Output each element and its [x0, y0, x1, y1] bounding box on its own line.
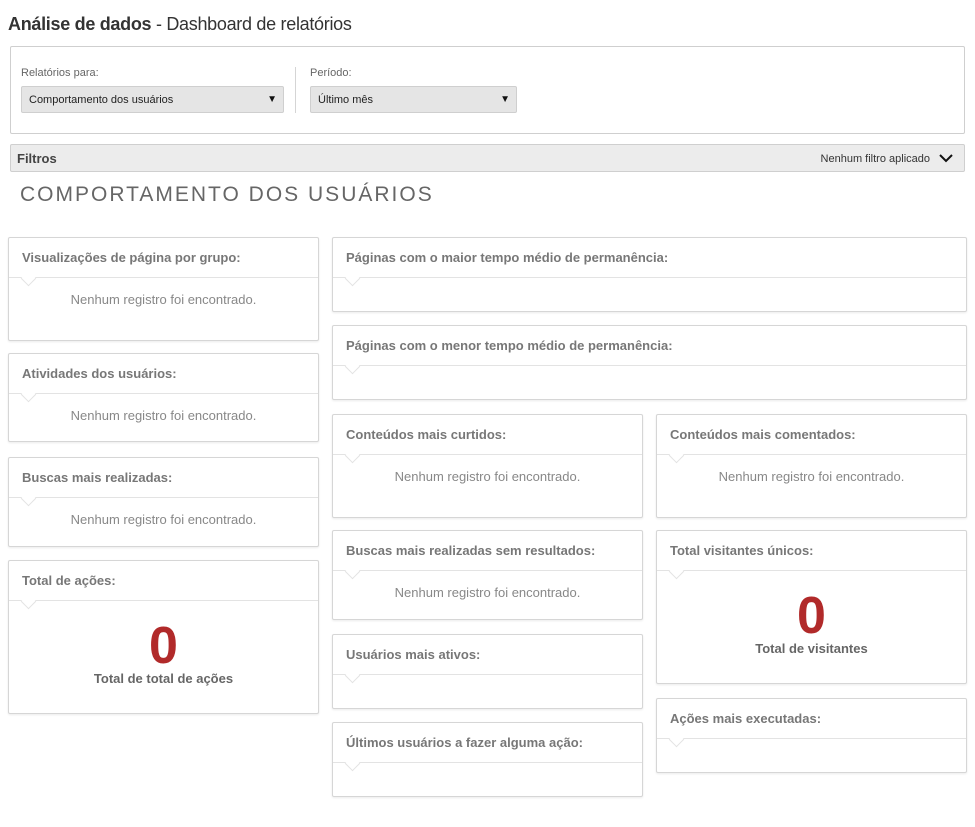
chevron-down-icon[interactable] [938, 150, 954, 166]
period-value: Último mês [318, 94, 374, 106]
panel-title: Total de ações: [9, 561, 318, 601]
unique-visitors-caption: Total de visitantes [755, 641, 868, 656]
report-type-label: Relatórios para: [21, 67, 99, 79]
panel-most-active-users: Usuários mais ativos: [332, 634, 643, 709]
caret-down-icon: ▼ [500, 94, 510, 105]
period-select[interactable]: Último mês ▼ [310, 86, 517, 113]
panel-title: Páginas com o menor tempo médio de perma… [333, 326, 966, 366]
empty-message: Nenhum registro foi encontrado. [718, 469, 905, 484]
total-actions-value: 0 [149, 617, 178, 675]
title-separator: - [151, 14, 167, 34]
total-actions-caption: Total de total de ações [93, 671, 234, 686]
panel-title: Buscas mais realizadas sem resultados: [333, 531, 642, 571]
panel-title: Buscas mais realizadas: [9, 458, 318, 498]
panel-title: Usuários mais ativos: [333, 635, 642, 675]
period-label: Período: [310, 67, 352, 79]
panel-title: Ações mais executadas: [657, 699, 966, 739]
panel-top-searches: Buscas mais realizadas: Nenhum registro … [8, 457, 319, 547]
filters-title: Filtros [17, 151, 57, 166]
period-group: Período: Último mês ▼ [310, 67, 517, 113]
panel-most-executed-actions: Ações mais executadas: [656, 698, 967, 773]
report-selector-box: Relatórios para: Comportamento dos usuár… [10, 46, 965, 134]
unique-visitors-value: 0 [797, 587, 826, 645]
page-title: Análise de dados - Dashboard de relatóri… [8, 14, 352, 35]
panel-title: Total visitantes únicos: [657, 531, 966, 571]
panel-title: Últimos usuários a fazer alguma ação: [333, 723, 642, 763]
caret-down-icon: ▼ [267, 94, 277, 105]
report-type-group: Relatórios para: Comportamento dos usuár… [21, 67, 284, 113]
panel-unique-visitors: Total visitantes únicos: 0 Total de visi… [656, 530, 967, 684]
panel-longest-time-pages: Páginas com o maior tempo médio de perma… [332, 237, 967, 312]
panel-page-views-by-group: Visualizações de página por grupo: Nenhu… [8, 237, 319, 341]
report-type-select[interactable]: Comportamento dos usuários ▼ [21, 86, 284, 113]
empty-message: Nenhum registro foi encontrado. [70, 292, 257, 307]
panel-title: Visualizações de página por grupo: [9, 238, 318, 278]
panel-user-activities: Atividades dos usuários: Nenhum registro… [8, 353, 319, 442]
empty-message: Nenhum registro foi encontrado. [394, 585, 581, 600]
empty-message: Nenhum registro foi encontrado. [70, 512, 257, 527]
empty-message: Nenhum registro foi encontrado. [70, 408, 257, 423]
panel-most-commented: Conteúdos mais comentados: Nenhum regist… [656, 414, 967, 518]
report-type-value: Comportamento dos usuários [29, 94, 174, 106]
panel-total-actions: Total de ações: 0 Total de total de açõe… [8, 560, 319, 714]
app-title: Análise de dados [8, 14, 152, 34]
panel-searches-no-results: Buscas mais realizadas sem resultados: N… [332, 530, 643, 620]
panel-last-active-users: Últimos usuários a fazer alguma ação: [332, 722, 643, 797]
section-title: COMPORTAMENTO DOS USUÁRIOS [20, 183, 434, 206]
selector-divider [295, 67, 296, 113]
panel-most-liked: Conteúdos mais curtidos: Nenhum registro… [332, 414, 643, 518]
panel-title: Conteúdos mais curtidos: [333, 415, 642, 455]
panel-shortest-time-pages: Páginas com o menor tempo médio de perma… [332, 325, 967, 400]
panel-title: Conteúdos mais comentados: [657, 415, 966, 455]
page-subtitle: Dashboard de relatórios [166, 14, 352, 34]
filters-status: Nenhum filtro aplicado [820, 153, 930, 165]
panel-title: Páginas com o maior tempo médio de perma… [333, 238, 966, 278]
empty-message: Nenhum registro foi encontrado. [394, 469, 581, 484]
panel-title: Atividades dos usuários: [9, 354, 318, 394]
filters-toggle-bar[interactable]: Filtros Nenhum filtro aplicado [10, 144, 965, 172]
